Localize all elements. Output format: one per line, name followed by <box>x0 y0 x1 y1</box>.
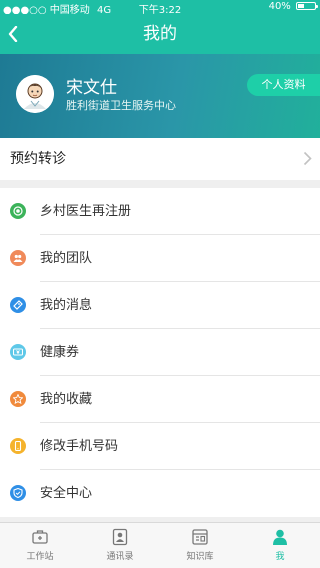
menu-item-label: 我的收藏 <box>40 392 93 407</box>
tab-bar: 工作站 通讯录 知识库 我 <box>0 522 320 568</box>
contacts-icon <box>111 528 129 546</box>
menu-item-my-messages[interactable]: 我的消息 <box>0 282 320 329</box>
tab-label: 我 <box>275 552 285 562</box>
status-bar: ●●●○○ 中国移动 4G 下午3:22 40% <box>0 0 320 16</box>
menu-item-label: 健康券 <box>40 345 80 360</box>
star-icon <box>10 391 26 407</box>
battery-level-fill <box>298 4 304 8</box>
knowledge-icon <box>191 528 209 546</box>
tab-me[interactable]: 我 <box>240 523 320 568</box>
referral-label: 预约转诊 <box>10 151 66 167</box>
shield-icon <box>10 485 26 501</box>
tab-workstation[interactable]: 工作站 <box>0 523 80 568</box>
chevron-right-icon <box>303 151 312 166</box>
menu-item-my-favorites[interactable]: 我的收藏 <box>0 376 320 423</box>
target-icon <box>10 203 26 219</box>
profile-name: 宋文仕 <box>66 78 117 98</box>
menu-item-doctor-reregistration[interactable]: 乡村医生再注册 <box>0 188 320 235</box>
battery-percent: 40% <box>268 1 291 12</box>
tab-knowledge[interactable]: 知识库 <box>160 523 240 568</box>
toolbox-icon <box>31 528 49 546</box>
menu-item-label: 乡村医生再注册 <box>40 204 132 219</box>
nav-bar: 我的 <box>0 14 320 54</box>
person-icon <box>271 528 289 546</box>
page-title: 我的 <box>143 24 177 44</box>
tab-label: 知识库 <box>186 552 214 562</box>
profile-header: 宋文仕 胜利街道卫生服务中心 个人资料 <box>0 54 320 138</box>
referral-row[interactable]: 预约转诊 <box>0 138 320 180</box>
menu-item-my-team[interactable]: 我的团队 <box>0 235 320 282</box>
profile-organization: 胜利街道卫生服务中心 <box>66 99 176 112</box>
menu-item-label: 我的消息 <box>40 298 93 313</box>
avatar[interactable] <box>16 75 54 113</box>
tab-contacts[interactable]: 通讯录 <box>80 523 160 568</box>
status-battery: 40% <box>268 1 318 12</box>
profile-details-button[interactable]: 个人资料 <box>247 74 320 96</box>
phone-icon <box>10 438 26 454</box>
battery-icon <box>296 2 318 10</box>
menu-item-change-phone[interactable]: 修改手机号码 <box>0 423 320 470</box>
tab-label: 工作站 <box>26 552 54 562</box>
coupon-icon <box>10 344 26 360</box>
message-icon <box>10 297 26 313</box>
tab-label: 通讯录 <box>106 552 134 562</box>
menu-list: 乡村医生再注册 我的团队 我的消息 健康券 我的收藏 修改手机号码 安全中心 <box>0 188 320 517</box>
menu-item-label: 安全中心 <box>40 486 93 501</box>
menu-item-label: 我的团队 <box>40 251 93 266</box>
doctor-avatar-icon <box>16 75 54 113</box>
menu-item-label: 修改手机号码 <box>40 439 119 454</box>
team-icon <box>10 250 26 266</box>
menu-item-health-coupon[interactable]: 健康券 <box>0 329 320 376</box>
menu-item-security-center[interactable]: 安全中心 <box>0 470 320 517</box>
